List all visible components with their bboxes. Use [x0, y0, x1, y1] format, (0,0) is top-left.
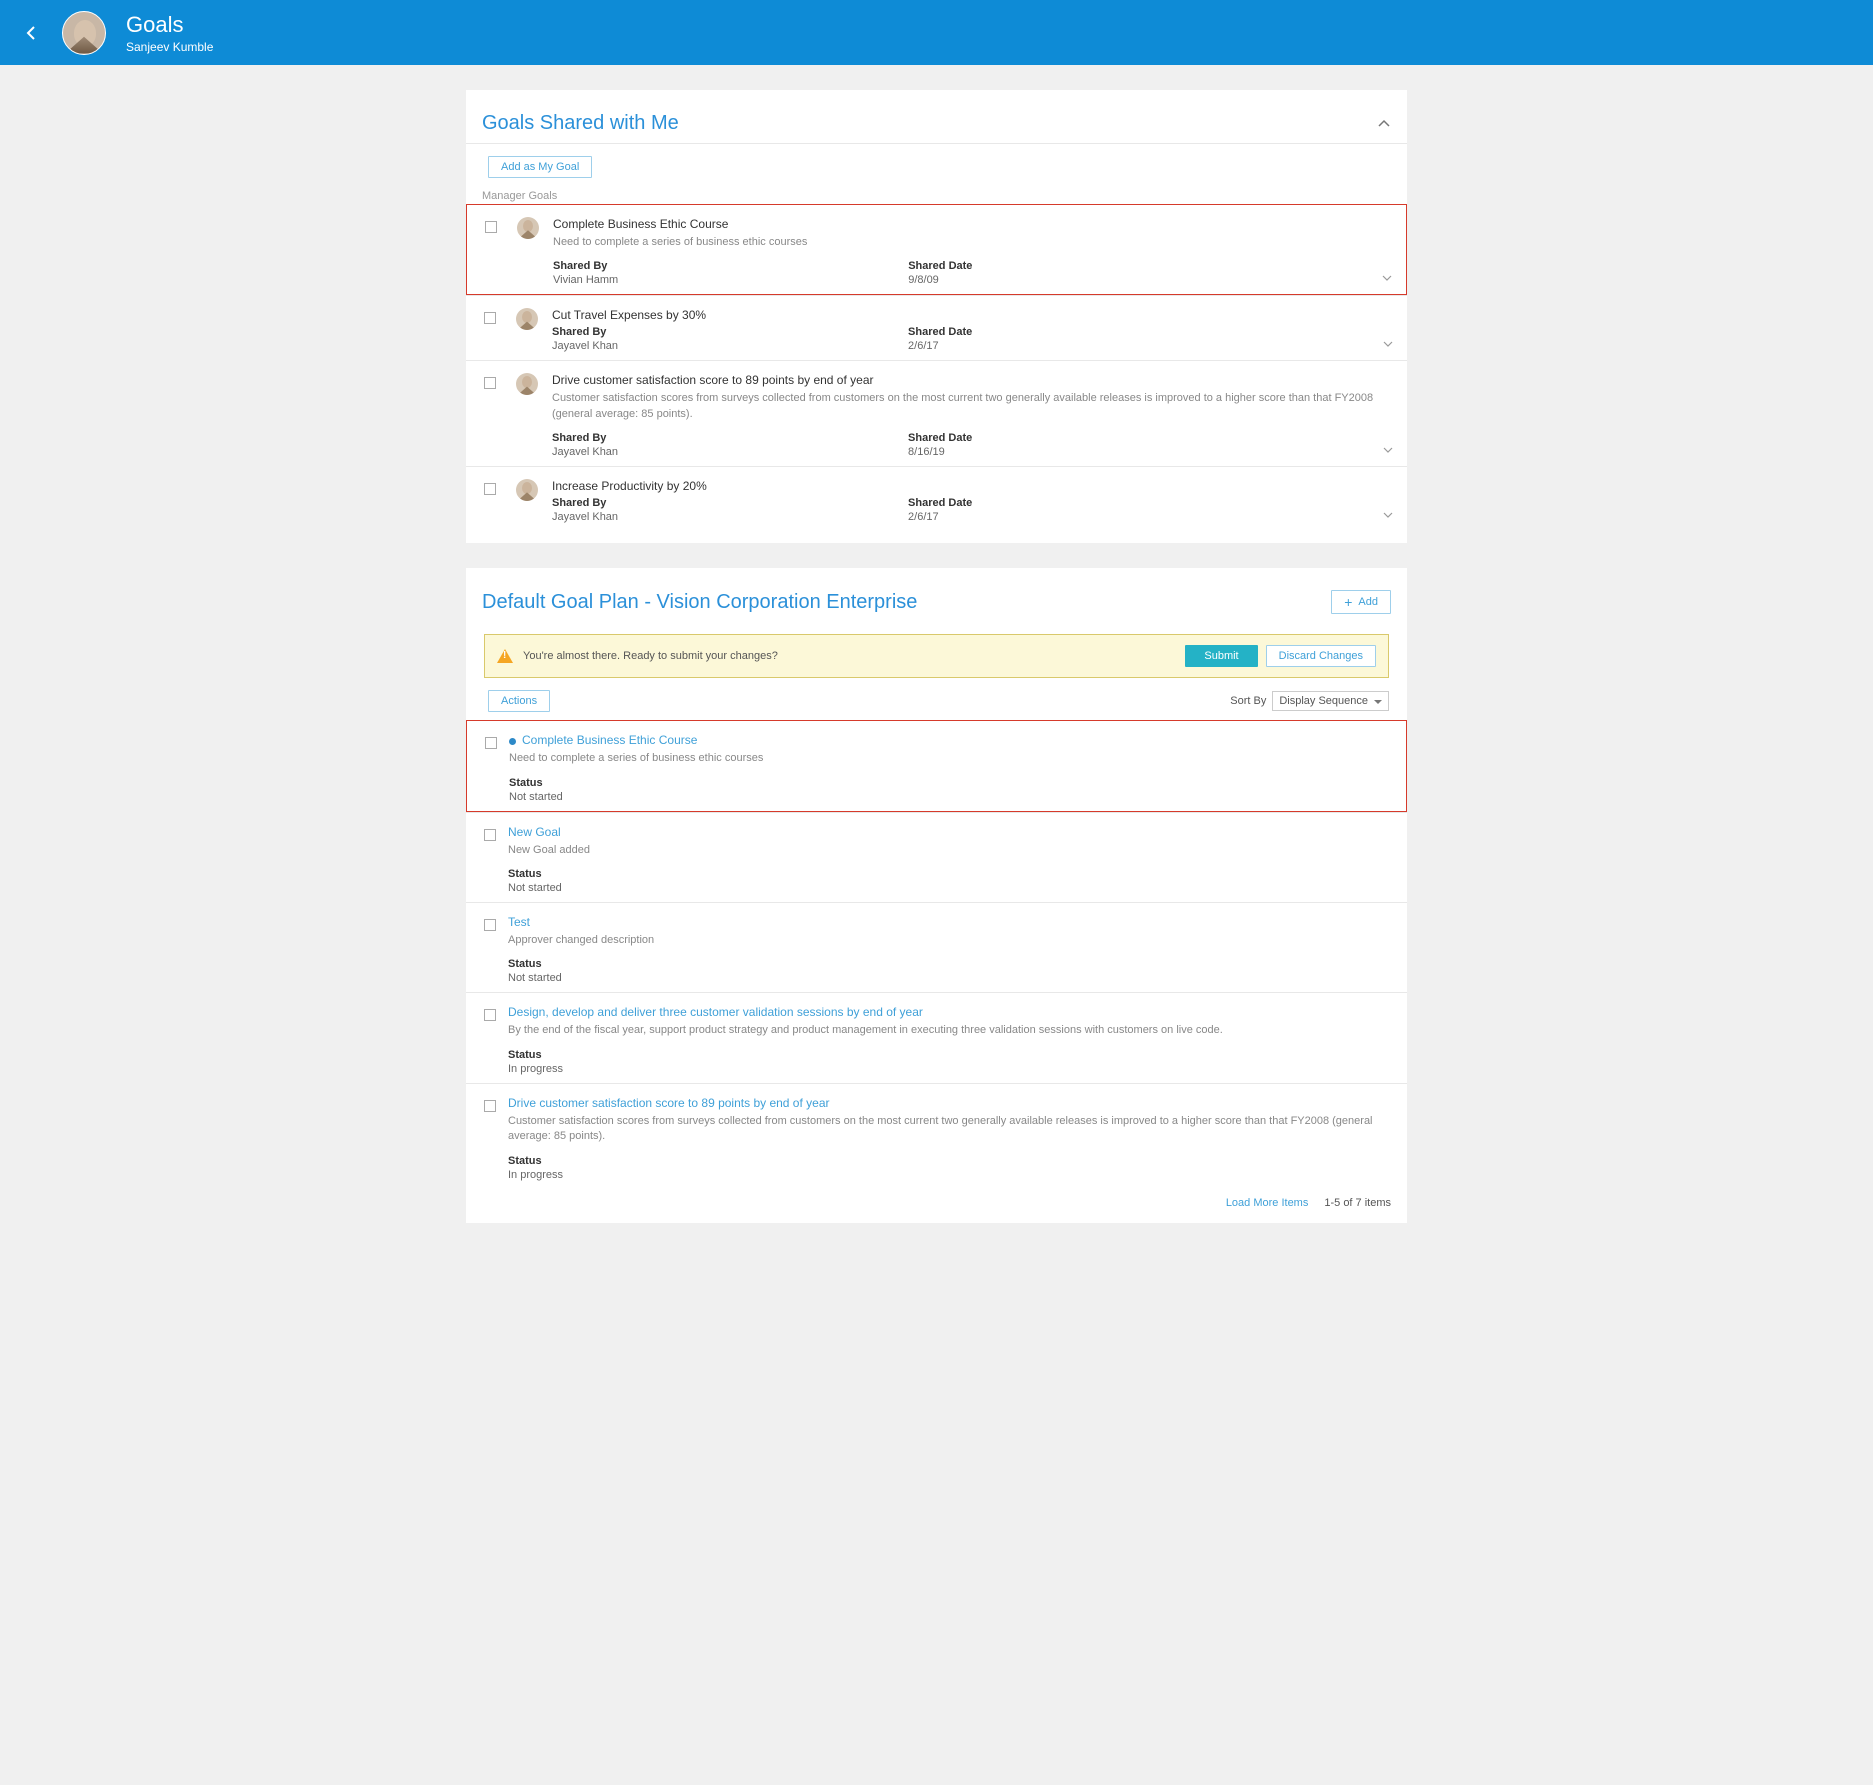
actions-button[interactable]: Actions	[488, 690, 550, 712]
shared-date-label: Shared Date	[908, 260, 972, 272]
goal-checkbox[interactable]	[484, 1009, 496, 1021]
goal-checkbox[interactable]	[485, 221, 497, 233]
shared-by-value: Vivian Hamm	[553, 274, 618, 286]
chevron-down-icon[interactable]	[1383, 444, 1393, 458]
sort-label: Sort By	[1230, 695, 1266, 707]
plan-goal-row: Design, develop and deliver three custom…	[466, 992, 1407, 1082]
app-header: Goals Sanjeev Kumble	[0, 0, 1873, 65]
shared-date-label: Shared Date	[908, 432, 972, 444]
shared-goal-row: Increase Productivity by 20% Shared By J…	[466, 466, 1407, 531]
manager-goals-label: Manager Goals	[466, 184, 1407, 204]
goal-title: Drive customer satisfaction score to 89 …	[552, 373, 1395, 387]
status-label: Status	[508, 1049, 1395, 1061]
shared-date-label: Shared Date	[908, 497, 972, 509]
shared-by-label: Shared By	[553, 260, 618, 272]
shared-by-label: Shared By	[552, 497, 618, 509]
shared-date-value: 9/8/09	[908, 274, 972, 286]
goal-title: Cut Travel Expenses by 30%	[552, 308, 1395, 322]
user-name: Sanjeev Kumble	[126, 40, 213, 54]
collapse-icon[interactable]	[1377, 117, 1391, 131]
shared-date-value: 2/6/17	[908, 511, 972, 523]
status-label: Status	[508, 868, 1395, 880]
plan-goal-row: Test Approver changed description Status…	[466, 902, 1407, 992]
shared-goal-row: Complete Business Ethic Course Need to c…	[466, 204, 1407, 295]
sharer-avatar	[516, 308, 538, 330]
goal-description: Customer satisfaction scores from survey…	[552, 391, 1395, 422]
item-count: 1-5 of 7 items	[1324, 1197, 1391, 1209]
add-goal-button[interactable]: + Add	[1331, 590, 1391, 614]
sort-select[interactable]: Display Sequence	[1272, 691, 1389, 711]
status-dot-icon	[509, 738, 516, 745]
status-value: In progress	[508, 1063, 1395, 1075]
user-avatar[interactable]	[62, 11, 106, 55]
goal-checkbox[interactable]	[484, 483, 496, 495]
goal-plan-panel: Default Goal Plan - Vision Corporation E…	[466, 568, 1407, 1222]
add-as-my-goal-button[interactable]: Add as My Goal	[488, 156, 592, 178]
plan-goal-row: New Goal New Goal added Status Not start…	[466, 812, 1407, 902]
shared-goals-panel: Goals Shared with Me Add as My Goal Mana…	[466, 90, 1407, 543]
add-goal-label: Add	[1358, 596, 1378, 608]
goal-title: Increase Productivity by 20%	[552, 479, 1395, 493]
goal-checkbox[interactable]	[484, 1100, 496, 1112]
status-value: Not started	[509, 791, 1394, 803]
shared-by-value: Jayavel Khan	[552, 340, 618, 352]
status-value: Not started	[508, 972, 1395, 984]
goal-checkbox[interactable]	[484, 377, 496, 389]
sharer-avatar	[516, 479, 538, 501]
submit-button[interactable]: Submit	[1185, 645, 1257, 667]
plan-goal-row: Complete Business Ethic Course Need to c…	[466, 720, 1407, 811]
shared-by-label: Shared By	[552, 432, 618, 444]
chevron-down-icon[interactable]	[1383, 338, 1393, 352]
sharer-avatar	[516, 373, 538, 395]
status-label: Status	[508, 958, 1395, 970]
shared-date-label: Shared Date	[908, 326, 972, 338]
status-value: Not started	[508, 882, 1395, 894]
status-value: In progress	[508, 1169, 1395, 1181]
goal-title-link[interactable]: Complete Business Ethic Course	[509, 733, 1394, 747]
sharer-avatar	[517, 217, 539, 239]
shared-by-label: Shared By	[552, 326, 618, 338]
goal-title-link[interactable]: New Goal	[508, 825, 1395, 839]
chevron-down-icon[interactable]	[1382, 272, 1392, 286]
shared-by-value: Jayavel Khan	[552, 511, 618, 523]
goal-description: Need to complete a series of business et…	[553, 235, 1394, 250]
plan-goal-row: Drive customer satisfaction score to 89 …	[466, 1083, 1407, 1189]
goal-checkbox[interactable]	[484, 312, 496, 324]
goal-checkbox[interactable]	[485, 737, 497, 749]
submit-banner: You're almost there. Ready to submit you…	[484, 634, 1389, 678]
goal-description: By the end of the fiscal year, support p…	[508, 1023, 1395, 1038]
goal-checkbox[interactable]	[484, 919, 496, 931]
goal-title-link[interactable]: Design, develop and deliver three custom…	[508, 1005, 1395, 1019]
shared-panel-title: Goals Shared with Me	[482, 112, 679, 135]
back-icon[interactable]	[18, 20, 44, 46]
shared-date-value: 2/6/17	[908, 340, 972, 352]
chevron-down-icon[interactable]	[1383, 509, 1393, 523]
plus-icon: +	[1344, 595, 1352, 609]
status-label: Status	[509, 777, 1394, 789]
warning-icon	[497, 649, 513, 663]
plan-panel-title: Default Goal Plan - Vision Corporation E…	[482, 591, 917, 614]
goal-title-link[interactable]: Drive customer satisfaction score to 89 …	[508, 1096, 1395, 1110]
goal-description: Approver changed description	[508, 933, 1395, 948]
goal-title: Complete Business Ethic Course	[553, 217, 1394, 231]
page-title: Goals	[126, 12, 213, 38]
discard-button[interactable]: Discard Changes	[1266, 645, 1376, 667]
shared-by-value: Jayavel Khan	[552, 446, 618, 458]
banner-text: You're almost there. Ready to submit you…	[523, 650, 1175, 662]
shared-goal-row: Drive customer satisfaction score to 89 …	[466, 360, 1407, 466]
goal-checkbox[interactable]	[484, 829, 496, 841]
status-label: Status	[508, 1155, 1395, 1167]
goal-description: New Goal added	[508, 843, 1395, 858]
shared-date-value: 8/16/19	[908, 446, 972, 458]
shared-goal-row: Cut Travel Expenses by 30% Shared By Jay…	[466, 295, 1407, 360]
goal-description: Need to complete a series of business et…	[509, 751, 1394, 766]
goal-title-link[interactable]: Test	[508, 915, 1395, 929]
load-more-link[interactable]: Load More Items	[1226, 1197, 1309, 1209]
goal-description: Customer satisfaction scores from survey…	[508, 1114, 1395, 1145]
